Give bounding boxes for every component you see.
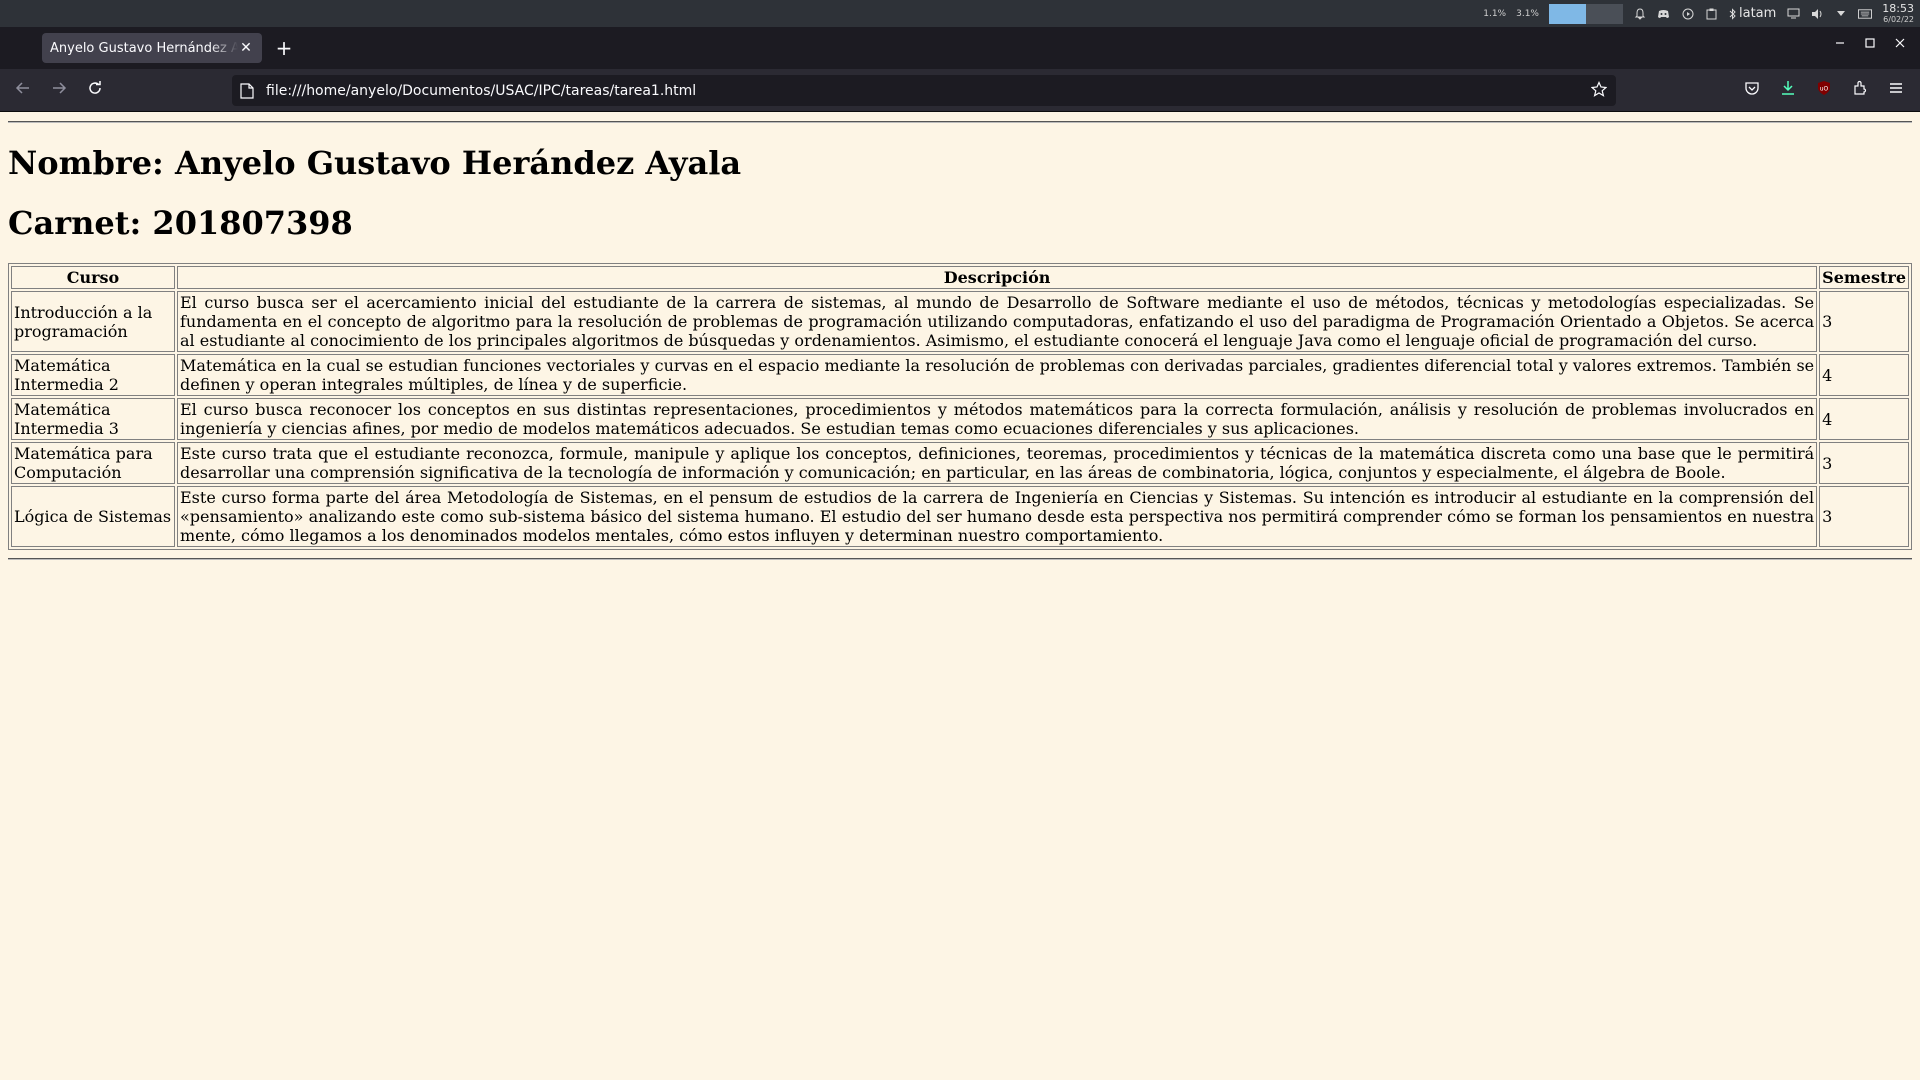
bell-icon[interactable] (1633, 7, 1647, 21)
clock[interactable]: 18:53 6/02/22 (1882, 3, 1914, 25)
keyboard-icon[interactable] (1858, 7, 1873, 21)
cell-semestre: 3 (1819, 291, 1909, 352)
memory-meter (1548, 3, 1623, 24)
volume-icon[interactable] (1810, 7, 1824, 21)
tab-bar: Anyelo Gustavo Hernández Ayala ✕ + (0, 27, 1920, 69)
keyboard-layout[interactable]: latam (1729, 6, 1776, 21)
display-icon[interactable] (1786, 7, 1800, 21)
reload-button[interactable] (84, 80, 106, 102)
forward-arrow-icon (53, 82, 67, 94)
clipboard-icon[interactable] (1705, 7, 1719, 21)
cell-semestre: 3 (1819, 442, 1909, 484)
courses-table: Curso Descripción Semestre Introducción … (8, 263, 1912, 550)
clock-date: 6/02/22 (1883, 14, 1914, 24)
cell-descripcion: Este curso trata que el estudiante recon… (177, 442, 1818, 484)
back-arrow-icon (15, 82, 29, 94)
page-icon (240, 82, 254, 99)
cell-descripcion: Este curso forma parte del área Metodolo… (177, 486, 1818, 547)
table-row: Introducción a la programación El curso … (11, 291, 1909, 352)
table-row: Lógica de Sistemas Este curso forma part… (11, 486, 1909, 547)
cell-descripcion: Matemática en la cual se estudian funcio… (177, 354, 1818, 396)
memory-fill (1548, 3, 1586, 24)
cell-curso: Lógica de Sistemas (11, 486, 175, 547)
table-row: Matemática Intermedia 2 Matemática en la… (11, 354, 1909, 396)
student-name-heading: Nombre: Anyelo Gustavo Herández Ayala (8, 144, 742, 182)
back-button[interactable] (12, 80, 34, 102)
cell-curso: Matemática para Computación (11, 442, 175, 484)
ublock-origin-icon[interactable]: uO (1813, 80, 1835, 102)
cell-semestre: 3 (1819, 486, 1909, 547)
bottom-horizontal-rule (8, 558, 1912, 560)
new-tab-button[interactable]: + (274, 38, 294, 59)
clock-time: 18:53 (1882, 1, 1914, 15)
cell-curso: Matemática Intermedia 2 (11, 354, 175, 396)
media-player-icon[interactable] (1681, 7, 1695, 21)
cell-semestre: 4 (1819, 398, 1909, 440)
reload-icon (89, 81, 101, 94)
forward-button[interactable] (48, 80, 70, 102)
table-row: Matemática para Computación Este curso t… (11, 442, 1909, 484)
tab-title: Anyelo Gustavo Hernández Ayala (50, 40, 238, 56)
extensions-icon[interactable] (1849, 80, 1871, 102)
maximize-icon[interactable] (1860, 37, 1880, 53)
minimize-icon[interactable] (1830, 37, 1850, 53)
discord-icon[interactable] (1657, 7, 1671, 21)
chevron-down-icon[interactable] (1834, 7, 1848, 21)
close-tab-icon[interactable]: ✕ (238, 40, 254, 56)
system-tray: 1.1% 3.1% latam 18:53 6/02/22 (1483, 0, 1914, 27)
cell-curso: Introducción a la programación (11, 291, 175, 352)
bluetooth-icon (1729, 7, 1737, 21)
carnet-heading: Carnet: 201807398 (8, 204, 353, 242)
column-header-semestre: Semestre (1819, 266, 1909, 289)
svg-text:uO: uO (1820, 86, 1829, 93)
cell-descripcion: El curso busca reconocer los conceptos e… (177, 398, 1818, 440)
column-header-curso: Curso (11, 266, 175, 289)
network-usage: 3.1% (1516, 8, 1539, 19)
page-content: Nombre: Anyelo Gustavo Herández Ayala Ca… (0, 112, 1920, 1080)
url-bar[interactable]: file:///home/anyelo/Documentos/USAC/IPC/… (232, 75, 1616, 106)
cell-curso: Matemática Intermedia 3 (11, 398, 175, 440)
cell-semestre: 4 (1819, 354, 1909, 396)
table-header-row: Curso Descripción Semestre (11, 266, 1909, 289)
keyboard-layout-label: latam (1738, 6, 1777, 21)
downloads-icon[interactable] (1777, 80, 1799, 102)
hamburger-menu-icon[interactable] (1885, 80, 1907, 102)
url-text[interactable]: file:///home/anyelo/Documentos/USAC/IPC/… (266, 83, 1588, 99)
top-horizontal-rule (8, 121, 1912, 123)
navigation-toolbar: file:///home/anyelo/Documentos/USAC/IPC/… (0, 69, 1920, 112)
bookmark-star-icon[interactable] (1588, 80, 1610, 101)
table-row: Matemática Intermedia 3 El curso busca r… (11, 398, 1909, 440)
close-window-icon[interactable] (1890, 37, 1910, 53)
tab-active[interactable]: Anyelo Gustavo Hernández Ayala ✕ (42, 33, 262, 63)
system-panel: 1.1% 3.1% latam 18:53 6/02/22 (0, 0, 1920, 27)
pocket-icon[interactable] (1741, 80, 1763, 102)
cpu-usage: 1.1% (1483, 8, 1507, 19)
column-header-descripcion: Descripción (177, 266, 1818, 289)
cell-descripcion: El curso busca ser el acercamiento inici… (177, 291, 1818, 352)
